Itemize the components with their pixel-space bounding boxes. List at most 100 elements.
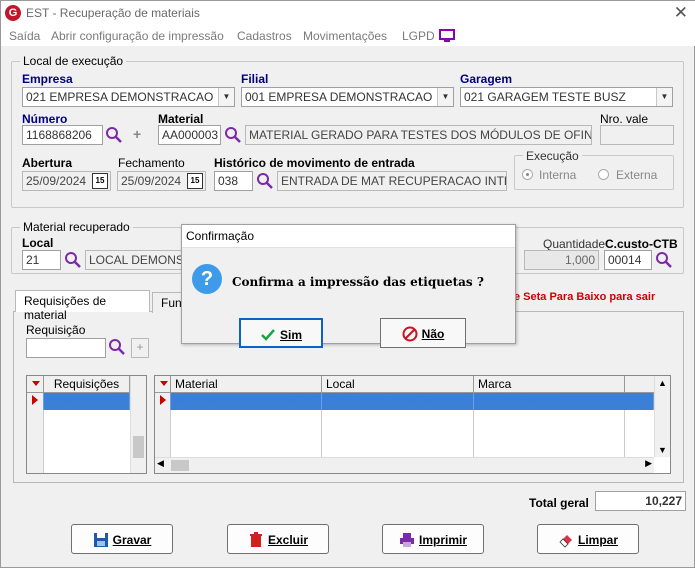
menu-print-config[interactable]: Abrir configuração de impressão <box>51 29 224 43</box>
local-column-header[interactable]: Local <box>322 376 474 393</box>
sim-button[interactable]: Sim <box>239 318 323 348</box>
total-geral-label: Total geral <box>529 496 589 510</box>
ccusto-input[interactable]: 00014 <box>604 250 652 270</box>
excluir-button[interactable]: Excluir <box>227 524 329 554</box>
scroll-up-icon[interactable]: ▲ <box>655 378 670 388</box>
menu-cadastros[interactable]: Cadastros <box>237 29 292 43</box>
window-title: EST - Recuperação de materiais <box>26 6 200 20</box>
search-icon[interactable] <box>108 338 126 356</box>
filial-label: Filial <box>241 72 269 86</box>
scroll-down-icon[interactable]: ▼ <box>655 445 670 455</box>
numero-input[interactable]: 1168868206 <box>22 125 103 145</box>
filial-select[interactable]: 001 EMPRESA DEMONSTRACAO ▼ <box>241 87 454 107</box>
requisicoes-column-header[interactable]: Requisições <box>44 376 130 393</box>
ccusto-label: C.custo-CTB <box>605 237 678 251</box>
table-row[interactable]: 1868930075 <box>27 393 130 410</box>
search-icon[interactable] <box>655 251 673 269</box>
monitor-icon[interactable] <box>439 29 455 43</box>
dialog-title: Confirmação <box>182 225 515 248</box>
interna-label: Interna <box>539 168 577 182</box>
horizontal-scrollbar[interactable]: ◀ ▶ <box>155 457 654 473</box>
menu-lgpd[interactable]: LGPD <box>402 29 435 43</box>
vertical-scrollbar[interactable]: ▲ ▼ <box>654 376 670 457</box>
save-icon <box>93 532 108 547</box>
tab-requisicoes[interactable]: Requisições de material <box>15 290 150 322</box>
main-window: G EST - Recuperação de materiais ✕ Saída… <box>0 0 695 568</box>
scroll-left-icon[interactable]: ◀ <box>157 458 164 469</box>
grid-header: Requisições <box>27 376 146 393</box>
material-code-input[interactable]: AA000003 <box>158 125 221 145</box>
requisicao-label: Requisição <box>26 323 86 337</box>
chevron-down-icon[interactable]: ▼ <box>656 88 672 106</box>
search-icon[interactable] <box>256 172 274 190</box>
search-icon[interactable] <box>64 251 82 269</box>
search-icon[interactable] <box>105 126 123 144</box>
printer-icon <box>399 532 414 547</box>
garagem-label: Garagem <box>460 72 513 86</box>
row-pointer <box>27 393 44 410</box>
material-cell: AA000003 - PECA DE MOTO <box>171 393 322 410</box>
gravar-label: Gravar <box>112 532 152 547</box>
nao-label: Não <box>421 326 445 341</box>
imprimir-button[interactable]: Imprimir <box>382 524 484 554</box>
table-row[interactable]: AA000003 - PECA DE MOTO 021 - LOCAL DEMO… <box>155 393 654 410</box>
empresa-value: 021 EMPRESA DEMONSTRACAO <box>26 90 214 104</box>
menu-movimentacoes[interactable]: Movimentações <box>303 29 387 43</box>
marca-cell: 001 - MONROE <box>474 393 654 410</box>
sort-down-icon <box>32 381 40 386</box>
material-desc-field: MATERIAL GERADO PARA TESTES DOS MÓDULOS … <box>245 125 592 145</box>
scroll-thumb[interactable] <box>133 436 144 458</box>
quantidade-field: 1,000 <box>524 250 599 270</box>
execucao-legend: Execução <box>523 149 582 163</box>
sort-down-icon <box>160 381 168 386</box>
garagem-select[interactable]: 021 GARAGEM TESTE BUSZ ▼ <box>460 87 673 107</box>
plus-icon[interactable]: + <box>131 338 149 358</box>
calendar-icon[interactable]: 15 <box>187 173 203 189</box>
search-icon[interactable] <box>224 126 242 144</box>
dialog-body: ? Confirma a impressão das etiquetas ? S… <box>182 248 515 348</box>
chevron-down-icon[interactable]: ▼ <box>218 88 234 106</box>
empresa-select[interactable]: 021 EMPRESA DEMONSTRACAO ▼ <box>22 87 235 107</box>
garagem-value: 021 GARAGEM TESTE BUSZ <box>464 90 626 104</box>
historico-desc-field: ENTRADA DE MAT RECUPERACAO INTERNA <box>277 171 507 191</box>
grid-header: Material Local Marca <box>155 376 670 393</box>
calendar-icon[interactable]: 15 <box>92 173 108 189</box>
requisicao-input[interactable] <box>26 338 106 358</box>
abertura-value: 25/09/2024 <box>26 174 87 188</box>
plus-icon[interactable]: + <box>133 126 141 142</box>
externa-label: Externa <box>616 168 658 182</box>
no-entry-icon <box>402 326 418 342</box>
menu-bar: Saída Abrir configuração de impressão Ca… <box>1 26 695 46</box>
local-label: Local <box>22 236 54 250</box>
total-geral-field: 10,227 <box>595 491 686 511</box>
numero-label: Número <box>22 112 68 126</box>
chevron-down-icon[interactable]: ▼ <box>437 88 453 106</box>
requisicoes-grid[interactable]: Requisições 1868930075 <box>26 375 147 474</box>
limpar-button[interactable]: Limpar <box>537 524 639 554</box>
vertical-scrollbar[interactable] <box>130 376 146 473</box>
historico-code-input[interactable]: 038 <box>214 171 253 191</box>
menu-saida[interactable]: Saída <box>9 29 40 43</box>
materiais-grid[interactable]: Material Local Marca AA000003 - PECA DE … <box>154 375 671 474</box>
gravar-button[interactable]: Gravar <box>71 524 173 554</box>
eraser-icon <box>559 534 572 548</box>
requisicao-cell: 1868930075 <box>44 393 130 410</box>
filial-value: 001 EMPRESA DEMONSTRACAO <box>245 90 433 104</box>
marca-column-header[interactable]: Marca <box>474 376 625 393</box>
question-icon: ? <box>192 264 222 294</box>
row-pointer-icon <box>160 395 166 405</box>
sim-label: Sim <box>279 327 302 342</box>
nao-button[interactable]: Não <box>380 318 466 348</box>
radio-externa[interactable] <box>598 169 609 180</box>
close-icon[interactable]: ✕ <box>674 3 688 23</box>
radio-interna[interactable] <box>522 169 533 180</box>
scroll-thumb[interactable] <box>171 460 189 471</box>
material-recuperado-legend: Material recuperado <box>20 220 133 234</box>
fechamento-value: 25/09/2024 <box>121 174 182 188</box>
row-pointer <box>155 393 171 410</box>
scroll-right-icon[interactable]: ▶ <box>645 458 652 469</box>
local-code-input[interactable]: 21 <box>22 250 61 270</box>
material-label: Material <box>158 112 204 126</box>
abertura-label: Abertura <box>22 156 73 170</box>
material-column-header[interactable]: Material <box>171 376 322 393</box>
